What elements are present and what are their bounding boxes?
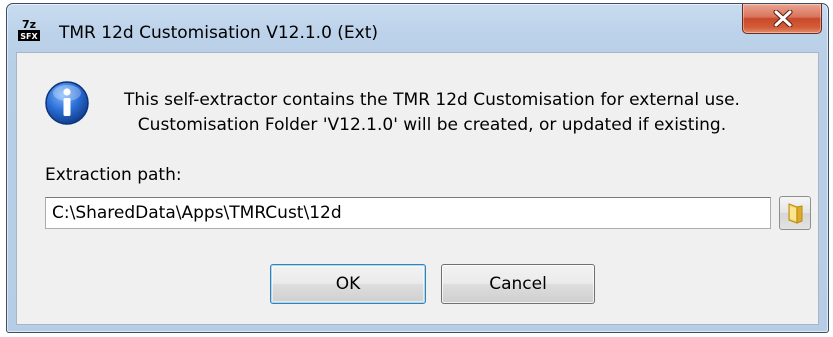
title-bar[interactable]: 7z SFX TMR 12d Customisation V12.1.0 (Ex…	[7, 4, 828, 52]
message-line-2: Customisation Folder 'V12.1.0' will be c…	[137, 115, 727, 135]
info-icon	[44, 80, 90, 126]
close-button[interactable]	[742, 4, 822, 34]
message-text: This self-extractor contains the TMR 12d…	[124, 88, 740, 138]
dialog-window: 7z SFX TMR 12d Customisation V12.1.0 (Ex…	[6, 3, 829, 333]
svg-text:7z: 7z	[22, 18, 36, 31]
message-line-1: This self-extractor contains the TMR 12d…	[124, 90, 740, 110]
extraction-path-label: Extraction path:	[45, 165, 182, 185]
folder-icon	[788, 203, 803, 224]
ok-button[interactable]: OK	[270, 264, 426, 304]
7z-sfx-icon: 7z SFX	[18, 18, 40, 42]
browse-button[interactable]	[779, 196, 811, 230]
cancel-button[interactable]: Cancel	[441, 264, 595, 304]
svg-text:SFX: SFX	[20, 32, 38, 41]
dialog-content: This self-extractor contains the TMR 12d…	[16, 52, 819, 325]
extraction-path-input[interactable]	[45, 197, 771, 229]
window-title: TMR 12d Customisation V12.1.0 (Ext)	[59, 23, 379, 43]
close-icon	[773, 10, 793, 27]
